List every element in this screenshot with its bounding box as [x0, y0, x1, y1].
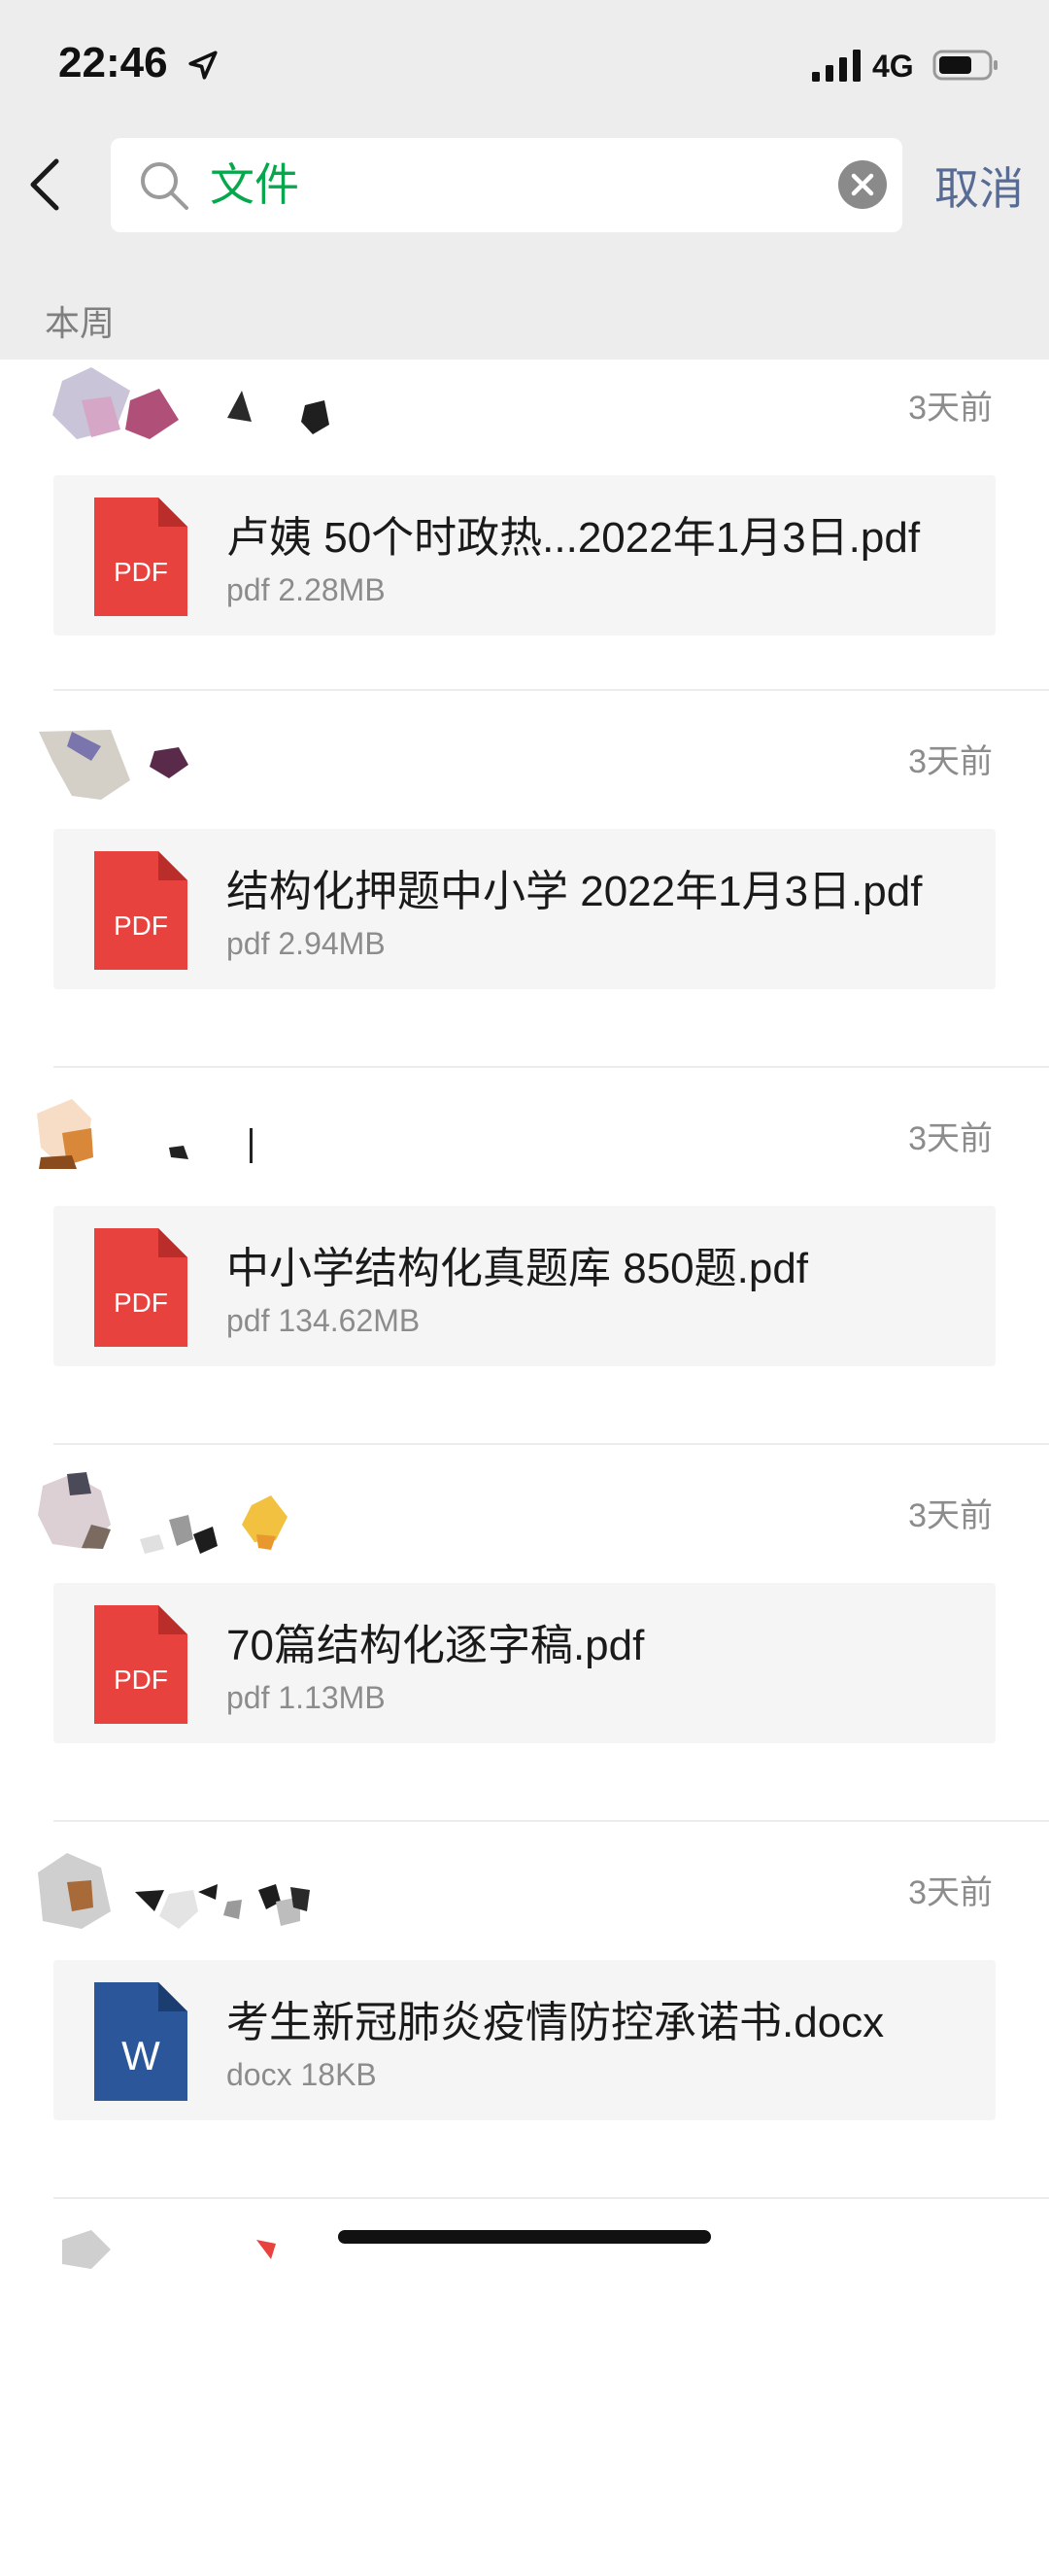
file-size: pdf 1.13MB: [226, 1680, 386, 1715]
search-input[interactable]: 文件: [210, 138, 299, 232]
file-card[interactable]: PDF 70篇结构化逐字稿.pdf pdf 1.13MB: [53, 1583, 996, 1743]
file-size: pdf 134.62MB: [226, 1303, 421, 1338]
top-area: 22:46 4G 文件 取消 本周: [0, 0, 1049, 360]
time-label: 3天前: [908, 1497, 993, 1534]
time-label: 3天前: [908, 1120, 993, 1157]
file-result-item[interactable]: 3天前 W 考生新冠肺炎疫情防控承诺书.docx docx 18KB: [0, 1822, 1049, 2199]
file-name: 中小学结构化真题库 850题.pdf: [226, 1245, 809, 1292]
file-card[interactable]: W 考生新冠肺炎疫情防控承诺书.docx docx 18KB: [53, 1960, 996, 2120]
file-result-item[interactable]: 3天前 PDF 结构化押题中小学 2022年1月3日.pdf pdf 2.94M…: [0, 691, 1049, 1068]
status-time: 22:46: [58, 39, 168, 86]
section-header-this-week: 本周: [45, 303, 116, 343]
pdf-file-icon: PDF: [94, 851, 187, 970]
file-result-item[interactable]: [0, 2199, 1049, 2576]
word-file-icon: W: [94, 1982, 187, 2101]
sender-avatar: [52, 367, 329, 439]
file-card[interactable]: PDF 卢姨 50个时政热...2022年1月3日.pdf pdf 2.28MB: [53, 475, 996, 635]
file-icon-label: W: [121, 2033, 160, 2078]
pdf-file-icon: PDF: [94, 1228, 187, 1347]
search-box[interactable]: 文件: [111, 138, 902, 232]
sender-avatar: [38, 1472, 288, 1554]
file-name: 考生新冠肺炎疫情防控承诺书.docx: [226, 1999, 885, 2046]
file-size: pdf 2.28MB: [226, 572, 386, 607]
time-label: 3天前: [908, 1874, 993, 1911]
file-icon-label: PDF: [114, 1288, 168, 1318]
file-size: docx 18KB: [226, 2057, 377, 2092]
file-icon-label: PDF: [114, 557, 168, 587]
file-icon-label: PDF: [114, 910, 168, 941]
file-size: pdf 2.94MB: [226, 926, 386, 961]
sender-avatar: [38, 1853, 310, 1929]
signal-strength-icon: [812, 50, 861, 82]
sender-avatar: [39, 730, 188, 800]
cancel-button[interactable]: 取消: [934, 154, 1024, 218]
back-chevron-icon[interactable]: [21, 155, 70, 214]
time-label: 3天前: [908, 743, 993, 780]
file-result-item[interactable]: 3天前 PDF 卢姨 50个时政热...2022年1月3日.pdf pdf 2.…: [0, 360, 1049, 691]
clear-search-icon[interactable]: [837, 159, 888, 210]
location-arrow-icon: [188, 51, 218, 80]
file-name: 卢姨 50个时政热...2022年1月3日.pdf: [226, 514, 921, 562]
file-card[interactable]: PDF 结构化押题中小学 2022年1月3日.pdf pdf 2.94MB: [53, 829, 996, 989]
search-icon: [141, 162, 188, 210]
file-name: 结构化押题中小学 2022年1月3日.pdf: [226, 868, 923, 915]
file-result-item[interactable]: 3天前 PDF 70篇结构化逐字稿.pdf pdf 1.13MB: [0, 1445, 1049, 1822]
time-label: 3天前: [908, 390, 993, 427]
sender-avatar: [37, 1099, 253, 1169]
file-icon-label: PDF: [114, 1665, 168, 1695]
status-bar: 22:46 4G: [0, 0, 1049, 126]
battery-icon: [932, 50, 998, 81]
pdf-file-icon: PDF: [94, 498, 187, 616]
pdf-file-icon: PDF: [94, 1605, 187, 1724]
network-type-label: 4G: [872, 49, 914, 84]
file-card[interactable]: PDF 中小学结构化真题库 850题.pdf pdf 134.62MB: [53, 1206, 996, 1366]
home-indicator: [338, 2230, 711, 2244]
file-result-item[interactable]: 3天前 PDF 中小学结构化真题库 850题.pdf pdf 134.62MB: [0, 1068, 1049, 1445]
file-name: 70篇结构化逐字稿.pdf: [226, 1622, 645, 1669]
